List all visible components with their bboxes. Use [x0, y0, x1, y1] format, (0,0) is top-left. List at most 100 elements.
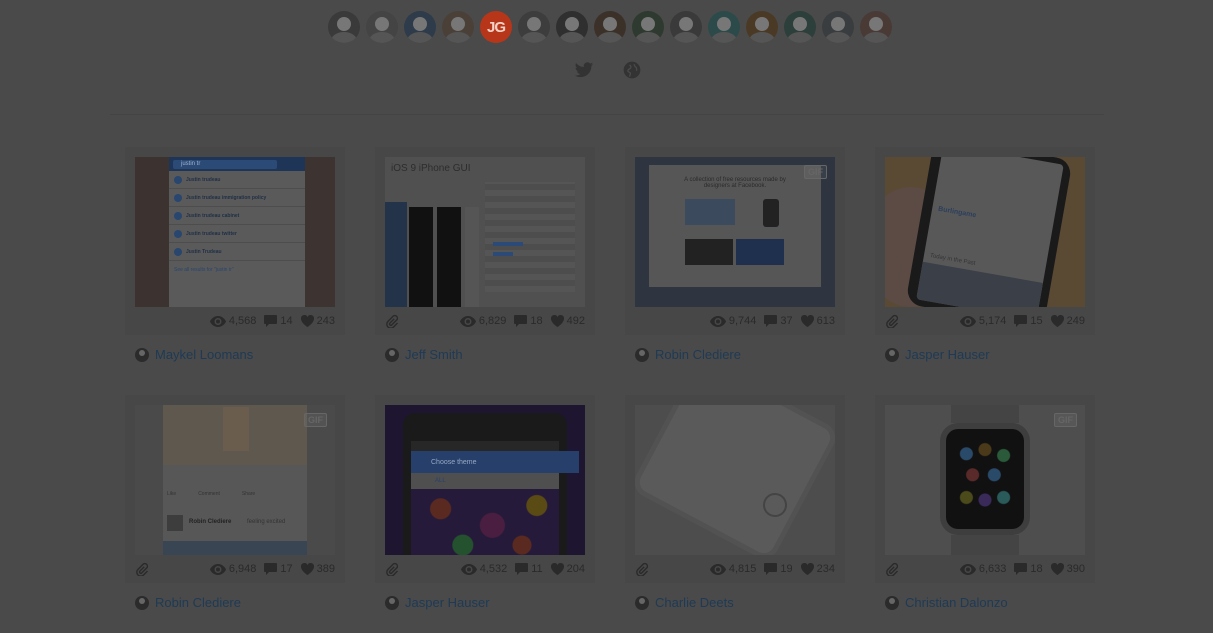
- shot-frame: iOS 9 iPhone GUI 6,829 18 492: [375, 147, 595, 335]
- shot-thumbnail[interactable]: Choose theme ALL: [385, 405, 585, 555]
- shot-thumbnail[interactable]: Burlingame Today in the Past: [885, 157, 1085, 307]
- attachment-icon[interactable]: [385, 562, 399, 577]
- shot-card: Like Comment Share Robin Clediere feeling …: [125, 395, 345, 610]
- shot-frame: Choose theme ALL 4,532 11 204: [375, 395, 595, 583]
- author-avatar[interactable]: [635, 595, 649, 610]
- views-value: 5,174: [978, 315, 1007, 327]
- author-avatar[interactable]: [885, 347, 899, 362]
- member-avatar[interactable]: [556, 11, 588, 43]
- author-name[interactable]: Charlie Deets: [655, 595, 734, 610]
- member-avatar[interactable]: [328, 11, 360, 43]
- comments-count[interactable]: 17: [264, 563, 293, 575]
- comments-count[interactable]: 18: [1014, 563, 1043, 575]
- likes-value: 234: [816, 563, 835, 575]
- member-avatar[interactable]: JG: [480, 11, 512, 43]
- comments-count[interactable]: 15: [1014, 315, 1043, 327]
- attachment-icon[interactable]: [385, 314, 399, 329]
- author-avatar[interactable]: [385, 595, 399, 610]
- heart-icon: [800, 563, 814, 575]
- member-avatar[interactable]: [784, 11, 816, 43]
- member-avatar[interactable]: [632, 11, 664, 43]
- heart-icon: [800, 315, 814, 327]
- team-members: JG: [328, 11, 892, 43]
- member-avatar[interactable]: [822, 11, 854, 43]
- shot-stats: 6,633 18 390: [885, 558, 1085, 580]
- views-value: 6,948: [228, 563, 257, 575]
- shot-thumbnail[interactable]: GIF: [885, 405, 1085, 555]
- comment-icon: [515, 563, 529, 575]
- comments-count[interactable]: 37: [764, 315, 793, 327]
- member-avatar[interactable]: [518, 11, 550, 43]
- author-avatar[interactable]: [135, 595, 149, 610]
- comments-value: 11: [531, 563, 543, 575]
- twitter-icon[interactable]: [574, 60, 594, 80]
- member-avatar[interactable]: [670, 11, 702, 43]
- likes-value: 390: [1066, 563, 1085, 575]
- member-avatar[interactable]: [860, 11, 892, 43]
- member-avatar[interactable]: [594, 11, 626, 43]
- likes-count[interactable]: 613: [800, 315, 835, 327]
- author-avatar[interactable]: [635, 347, 649, 362]
- views-value: 4,568: [228, 315, 257, 327]
- heart-icon: [1050, 563, 1064, 575]
- likes-count[interactable]: 243: [300, 315, 335, 327]
- member-avatar[interactable]: [366, 11, 398, 43]
- member-avatar[interactable]: [708, 11, 740, 43]
- comments-value: 18: [530, 315, 543, 327]
- likes-count[interactable]: 249: [1050, 315, 1085, 327]
- shot-thumbnail[interactable]: Like Comment Share Robin Clediere feeling …: [135, 405, 335, 555]
- attachment-icon[interactable]: [635, 562, 649, 577]
- author-name[interactable]: Robin Clediere: [655, 347, 741, 362]
- attachment-icon[interactable]: [885, 314, 899, 329]
- shot-card: A collection of free resources made by d…: [625, 147, 845, 362]
- author-avatar[interactable]: [135, 347, 149, 362]
- comments-count[interactable]: 19: [764, 563, 793, 575]
- author-name[interactable]: Robin Clediere: [155, 595, 241, 610]
- shot-frame: Burlingame Today in the Past 5,174 15 24…: [875, 147, 1095, 335]
- thumb-title: iOS 9 iPhone GUI: [391, 163, 471, 174]
- likes-count[interactable]: 390: [1050, 563, 1085, 575]
- views-value: 6,633: [978, 563, 1007, 575]
- comment-icon: [764, 315, 778, 327]
- member-avatar[interactable]: [442, 11, 474, 43]
- thumb-line: Justin trudeau: [186, 176, 221, 183]
- author-name[interactable]: Maykel Loomans: [155, 347, 253, 362]
- heart-icon: [300, 563, 314, 575]
- shot-thumbnail[interactable]: [635, 405, 835, 555]
- author-name[interactable]: Jasper Hauser: [905, 347, 990, 362]
- author-name[interactable]: Christian Dalonzo: [905, 595, 1008, 610]
- views-count: 6,948: [209, 563, 257, 575]
- attachment-icon[interactable]: [885, 562, 899, 577]
- globe-icon[interactable]: [622, 60, 642, 80]
- likes-count[interactable]: 234: [800, 563, 835, 575]
- comments-value: 19: [780, 563, 793, 575]
- eye-icon: [709, 563, 726, 575]
- shot-thumbnail[interactable]: A collection of free resources made by d…: [635, 157, 835, 307]
- comments-count[interactable]: 18: [514, 315, 543, 327]
- author-avatar[interactable]: [885, 595, 899, 610]
- comment-icon: [1014, 563, 1028, 575]
- comments-count[interactable]: 11: [515, 563, 543, 575]
- shot-thumbnail[interactable]: justin tr Justin trudeau Justin trudeau …: [135, 157, 335, 307]
- shot-author: Jasper Hauser: [385, 595, 490, 610]
- heart-icon: [300, 315, 314, 327]
- avatar-initials: JG: [486, 18, 506, 36]
- comments-count[interactable]: 14: [264, 315, 293, 327]
- author-name[interactable]: Jeff Smith: [405, 347, 463, 362]
- shot-author: Christian Dalonzo: [885, 595, 1008, 610]
- likes-count[interactable]: 204: [550, 563, 585, 575]
- shot-thumbnail[interactable]: iOS 9 iPhone GUI: [385, 157, 585, 307]
- views-count: 4,815: [709, 563, 756, 575]
- author-avatar[interactable]: [385, 347, 399, 362]
- thumb-title: Choose theme: [431, 458, 477, 466]
- attachment-icon[interactable]: [135, 562, 149, 577]
- likes-count[interactable]: 492: [550, 315, 585, 327]
- thumb-footer: See all results for "justin tr": [174, 267, 234, 273]
- thumb-line: Justin trudeau immigration policy: [186, 194, 267, 201]
- member-avatar[interactable]: [404, 11, 436, 43]
- likes-value: 204: [566, 563, 585, 575]
- author-name[interactable]: Jasper Hauser: [405, 595, 490, 610]
- likes-count[interactable]: 389: [300, 563, 335, 575]
- member-avatar[interactable]: [746, 11, 778, 43]
- shot-frame: GIF 6,633 18 390: [875, 395, 1095, 583]
